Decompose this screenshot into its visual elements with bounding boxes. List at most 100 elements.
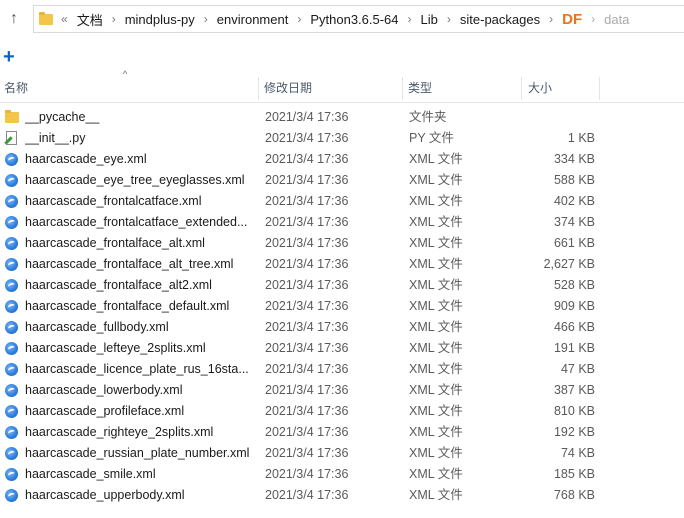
file-date: 2021/3/4 17:36 [265,320,349,334]
file-row[interactable]: haarcascade_profileface.xml 2021/3/4 17:3… [0,401,684,422]
breadcrumb-documents[interactable]: 文档 [77,10,103,29]
file-row[interactable]: haarcascade_frontalcatface.xml 2021/3/4 1… [0,191,684,212]
file-row[interactable]: haarcascade_frontalface_alt2.xml 2021/3/4… [0,275,684,296]
file-type: XML 文件 [409,257,463,271]
file-row[interactable]: haarcascade_lowerbody.xml 2021/3/4 17:36 X… [0,380,684,401]
xml-file-icon [5,468,18,481]
breadcrumb-overflow-icon[interactable]: « [61,12,68,26]
file-size: 768 KB [553,488,595,502]
column-size[interactable]: 大小 [528,75,552,102]
file-name: haarcascade_fullbody.xml [25,320,169,334]
file-date: 2021/3/4 17:36 [265,425,349,439]
file-name: haarcascade_frontalface_alt_tree.xml [25,257,234,271]
file-row[interactable]: haarcascade_righteye_2splits.xml 2021/3/4… [0,422,684,443]
file-row[interactable]: haarcascade_frontalface_default.xml 2021/… [0,296,684,317]
folder-icon [39,11,53,25]
file-name: haarcascade_frontalface_default.xml [25,299,230,313]
file-type: XML 文件 [409,194,463,208]
file-date: 2021/3/4 17:36 [265,194,349,208]
breadcrumb-lib[interactable]: Lib [421,12,438,27]
up-arrow-icon[interactable]: ↑ [0,0,28,38]
file-type: XML 文件 [409,173,463,187]
column-type[interactable]: 类型 [408,75,432,102]
xml-file-icon [5,384,18,397]
file-row[interactable]: haarcascade_frontalface_alt_tree.xml 2021… [0,254,684,275]
file-date: 2021/3/4 17:36 [265,173,349,187]
xml-file-icon [5,216,18,229]
column-divider[interactable] [521,77,522,100]
xml-file-icon [5,300,18,313]
chevron-right-icon: › [446,12,451,26]
file-type: 文件夹 [409,110,447,124]
xml-file-icon [5,321,18,334]
file-date: 2021/3/4 17:36 [265,341,349,355]
file-type: XML 文件 [409,488,463,502]
file-name: haarcascade_eye_tree_eyeglasses.xml [25,173,245,187]
file-date: 2021/3/4 17:36 [265,110,349,124]
xml-file-icon [5,489,18,502]
file-name: haarcascade_russian_plate_number.xml [25,446,250,460]
breadcrumb-site-packages[interactable]: site-packages [460,12,540,27]
file-size: 47 KB [560,362,595,376]
xml-file-icon [5,447,18,460]
breadcrumb-mindplus-py[interactable]: mindplus-py [125,12,195,27]
file-row[interactable]: haarcascade_lefteye_2splits.xml 2021/3/4 … [0,338,684,359]
address-bar[interactable]: « 文档 › mindplus-py › environment › Pytho… [33,5,684,33]
file-row[interactable]: haarcascade_licence_plate_rus_16sta... 20… [0,359,684,380]
file-row[interactable]: __pycache__ 2021/3/4 17:36 文件夹 [0,107,684,128]
file-date: 2021/3/4 17:36 [265,152,349,166]
xml-file-icon [5,195,18,208]
file-type: XML 文件 [409,299,463,313]
file-size: 588 KB [553,173,595,187]
file-date: 2021/3/4 17:36 [265,467,349,481]
xml-file-icon [5,405,18,418]
file-type: XML 文件 [409,383,463,397]
file-name: haarcascade_frontalcatface_extended... [25,215,248,229]
column-date[interactable]: 修改日期 [264,75,312,102]
file-type: XML 文件 [409,425,463,439]
file-row[interactable]: haarcascade_russian_plate_number.xml 2021… [0,443,684,464]
file-type: XML 文件 [409,278,463,292]
python-file-icon [6,131,17,145]
file-date: 2021/3/4 17:36 [265,236,349,250]
file-size: 74 KB [560,446,595,460]
breadcrumb-environment[interactable]: environment [217,12,289,27]
file-date: 2021/3/4 17:36 [265,404,349,418]
file-size: 1 KB [567,131,595,145]
chevron-right-icon: › [549,12,554,26]
breadcrumb-data[interactable]: data [604,12,629,27]
column-divider[interactable] [258,77,259,100]
file-row[interactable]: haarcascade_smile.xml 2021/3/4 17:36 XML 文… [0,464,684,485]
new-item-button[interactable]: + [3,45,15,69]
file-name: __init__.py [25,131,86,145]
file-date: 2021/3/4 17:36 [265,383,349,397]
file-row[interactable]: haarcascade_frontalface_alt.xml 2021/3/4 … [0,233,684,254]
file-size: 402 KB [553,194,595,208]
file-date: 2021/3/4 17:36 [265,362,349,376]
column-name[interactable]: 名称 [4,75,28,102]
xml-file-icon [5,258,18,271]
file-row[interactable]: haarcascade_eye.xml 2021/3/4 17:36 XML 文件 3… [0,149,684,170]
file-size: 810 KB [553,404,595,418]
file-type: XML 文件 [409,467,463,481]
file-row[interactable]: haarcascade_eye_tree_eyeglasses.xml 2021/… [0,170,684,191]
file-row[interactable]: haarcascade_upperbody.xml 2021/3/4 17:36 X… [0,485,684,506]
file-row[interactable]: haarcascade_frontalcatface_extended... 20… [0,212,684,233]
file-size: 185 KB [553,467,595,481]
file-size: 374 KB [553,215,595,229]
file-date: 2021/3/4 17:36 [265,257,349,271]
column-divider[interactable] [599,77,600,100]
column-divider[interactable] [402,77,403,100]
file-name: haarcascade_frontalcatface.xml [25,194,202,208]
file-name: haarcascade_frontalface_alt.xml [25,236,205,250]
xml-file-icon [5,363,18,376]
watermark-logo: DF [562,10,583,28]
file-row[interactable]: haarcascade_fullbody.xml 2021/3/4 17:36 XM… [0,317,684,338]
chevron-right-icon: › [111,12,116,26]
file-list: __pycache__ 2021/3/4 17:36 文件夹 __init__.py 2… [0,107,684,506]
file-size: 661 KB [553,236,595,250]
file-name: haarcascade_righteye_2splits.xml [25,425,214,439]
file-row[interactable]: __init__.py 2021/3/4 17:36 PY 文件 1 KB [0,128,684,149]
file-name: haarcascade_lowerbody.xml [25,383,183,397]
breadcrumb-python[interactable]: Python3.6.5-64 [310,12,398,27]
